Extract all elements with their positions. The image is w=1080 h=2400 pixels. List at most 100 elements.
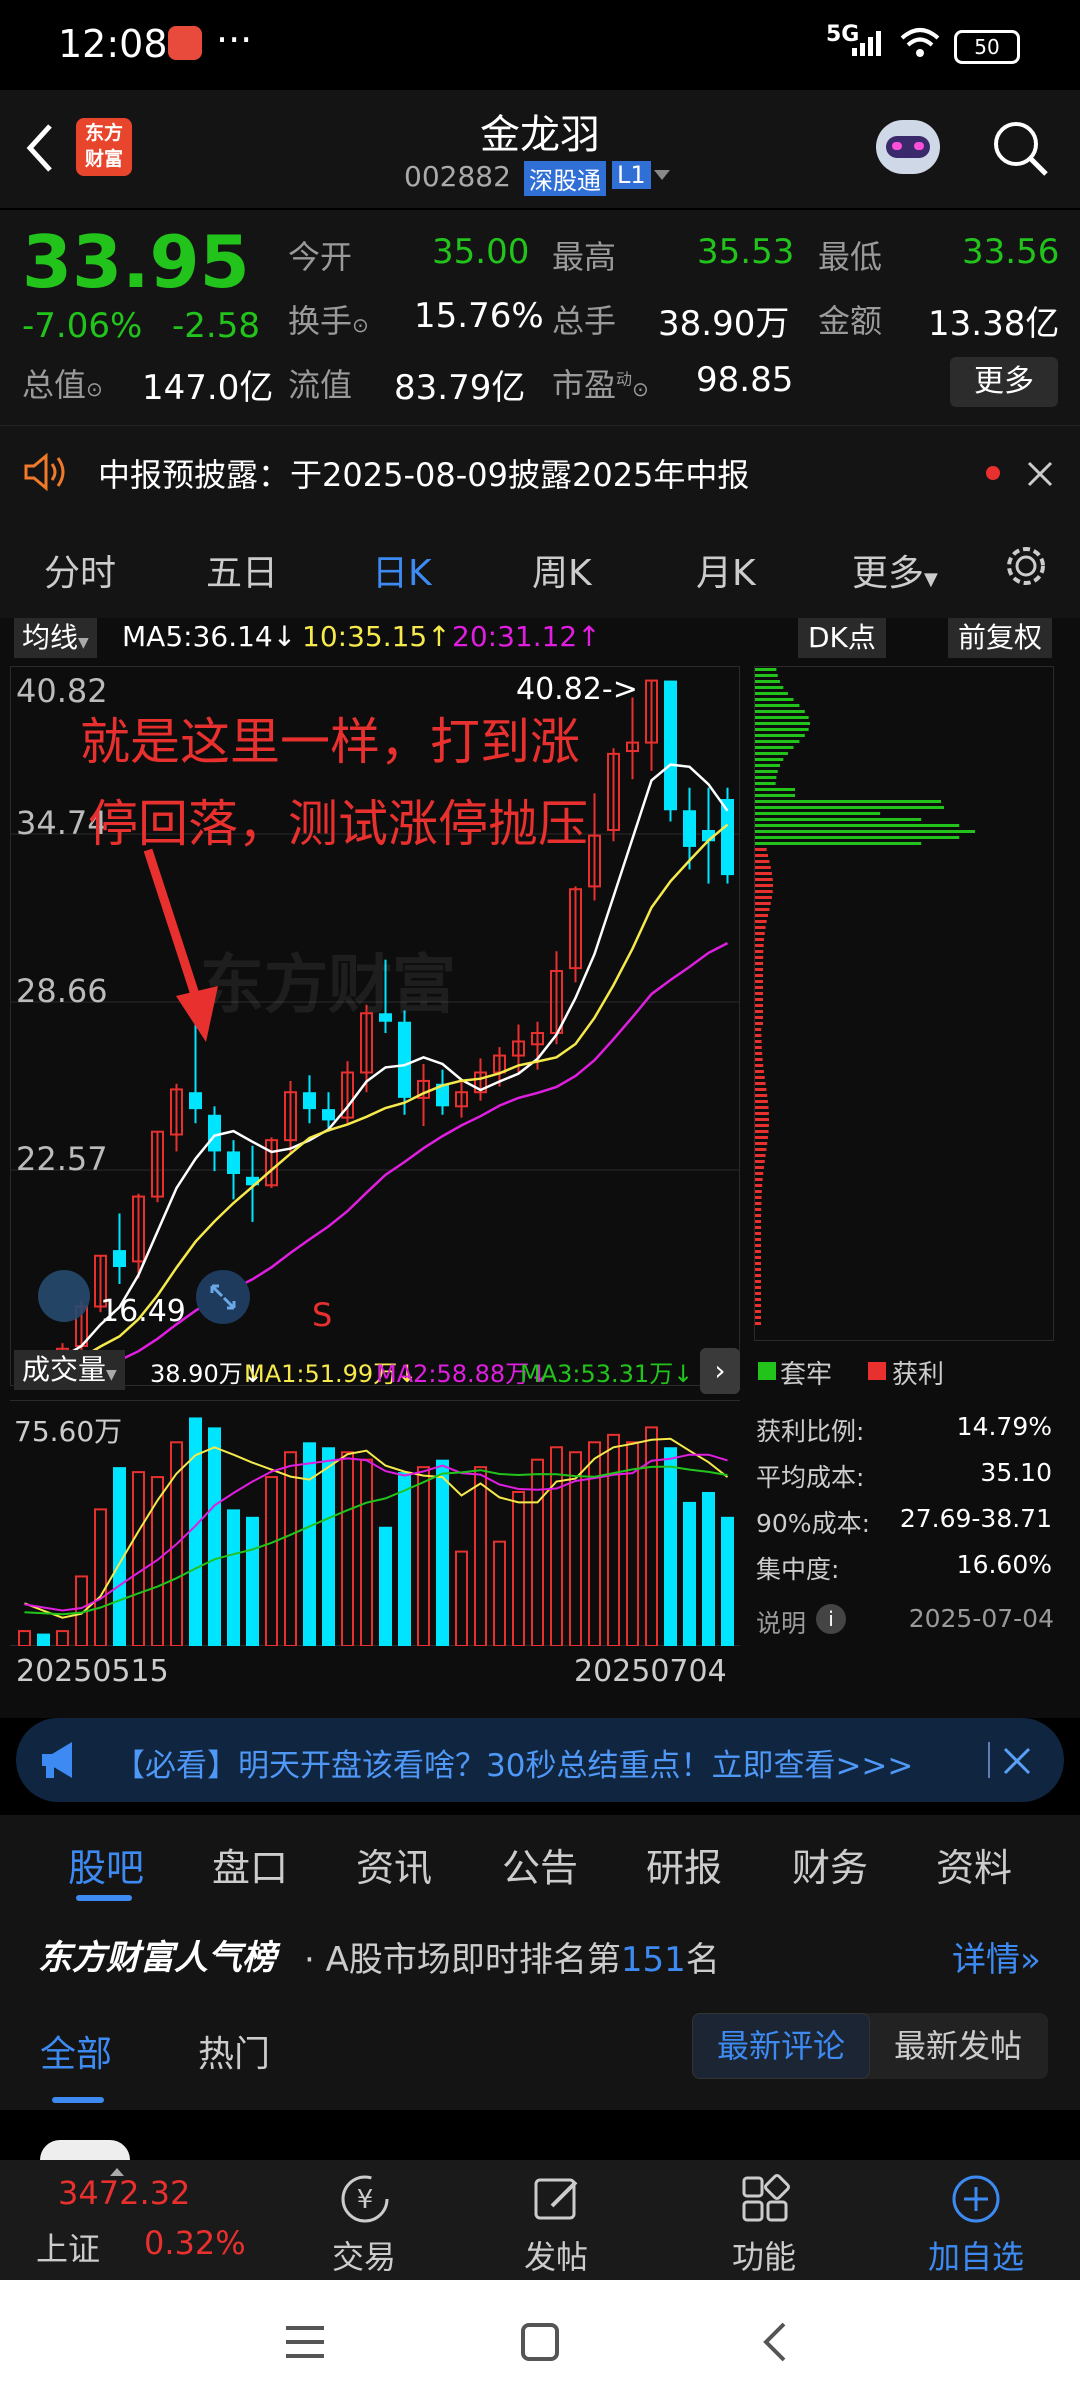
chip-bar <box>755 860 770 863</box>
volume-select[interactable]: 成交量▼ <box>14 1350 125 1390</box>
dk-point-button[interactable]: DK点 <box>798 618 886 658</box>
adjust-button[interactable]: 前复权 <box>948 618 1053 658</box>
latest-comment-button[interactable]: 最新评论 <box>692 2013 870 2079</box>
chip-bar <box>755 1184 763 1187</box>
more-button[interactable]: 更多 <box>950 357 1058 407</box>
info-icon[interactable]: i <box>816 1604 846 1634</box>
volume-bar <box>550 1446 563 1646</box>
tab-guba[interactable]: 股吧 <box>68 1837 144 1892</box>
chip-bar <box>755 752 788 755</box>
period-tabs: 分时 五日 日K 周K 月K 更多▼ <box>0 518 1080 618</box>
expand-icon[interactable] <box>196 1270 250 1324</box>
tab-hot[interactable]: 热门 <box>198 2025 270 2077</box>
tab-more[interactable]: 更多▼ <box>852 544 938 596</box>
info-icon[interactable]: ⊙ <box>86 377 103 401</box>
amount-value: 13.38亿 <box>928 304 1060 344</box>
chip-bar <box>755 866 771 869</box>
candle <box>151 1130 164 1203</box>
menu-icon[interactable] <box>284 2324 326 2360</box>
index-value[interactable]: 3472.32 <box>58 2174 190 2212</box>
chip-bar <box>755 1016 763 1019</box>
tab-monthly-k[interactable]: 月K <box>696 544 756 596</box>
candle <box>113 1213 126 1284</box>
chip-bar <box>755 896 772 899</box>
chip-bar <box>755 1244 762 1247</box>
trade-yuan-icon: ¥ <box>341 2175 389 2223</box>
rank-detail-link[interactable]: 详情» <box>952 1932 1041 1981</box>
close-icon[interactable] <box>1026 460 1054 488</box>
chip-bar <box>755 932 765 935</box>
volume-label: 总手 <box>552 302 617 340</box>
notice-text: 中报预披露：于2025-08-09披露2025年中报 <box>98 456 750 494</box>
tab-five-day[interactable]: 五日 <box>206 544 278 596</box>
latest-post-button[interactable]: 最新发帖 <box>870 2013 1046 2079</box>
notice-bar[interactable]: 中报预披露：于2025-08-09披露2025年中报 <box>0 425 1080 518</box>
tab-finance[interactable]: 财务 <box>792 1837 868 1892</box>
tab-profile[interactable]: 资料 <box>936 1837 1012 1892</box>
info-icon[interactable]: ⊙ <box>352 313 369 337</box>
tab-pankou[interactable]: 盘口 <box>212 1837 288 1892</box>
add-watchlist-button[interactable]: 加自选 <box>916 2164 1036 2280</box>
vol-ma3: MA3:53.31万↓ <box>520 1360 694 1388</box>
chip-note[interactable]: 说明 <box>756 1604 806 1640</box>
tab-all[interactable]: 全部 <box>40 2025 112 2077</box>
chip-bar <box>755 878 773 881</box>
chip-bar <box>755 920 767 923</box>
chevron-right-icon[interactable]: › <box>700 1348 740 1394</box>
chip-bar <box>755 1100 768 1103</box>
chip-bar <box>755 1028 762 1031</box>
chip-bar <box>755 914 768 917</box>
trade-button[interactable]: ¥ 交易 <box>314 2164 414 2280</box>
chip-bar <box>755 998 764 1001</box>
legend-swatch-profit <box>868 1362 886 1380</box>
tab-more-label: 更多 <box>852 553 925 594</box>
chip-bar <box>755 1130 769 1133</box>
function-button[interactable]: 功能 <box>714 2164 814 2280</box>
info-icon[interactable]: ⊙ <box>632 377 649 401</box>
chip-bar <box>755 902 771 905</box>
tab-research[interactable]: 研报 <box>646 1837 722 1892</box>
battery-icon: 50 <box>954 30 1020 64</box>
search-icon[interactable] <box>990 118 1050 178</box>
chip-bar <box>755 1058 763 1061</box>
tab-daily-k[interactable]: 日K <box>372 544 432 596</box>
index-name[interactable]: 上证 <box>36 2224 100 2270</box>
tab-intraday[interactable]: 分时 <box>44 544 116 596</box>
volume-bar <box>208 1427 221 1646</box>
tab-announcements[interactable]: 公告 <box>502 1837 578 1892</box>
candlestick-chart[interactable] <box>10 666 740 1386</box>
close-icon[interactable] <box>1002 1746 1032 1776</box>
promo-banner[interactable]: 【必看】明天开盘该看啥？30秒总结重点！立即查看>>> <box>16 1718 1064 1802</box>
chip-distribution-chart[interactable] <box>754 666 1054 1341</box>
volume-bar <box>132 1471 145 1646</box>
ma-select[interactable]: 均线▼ <box>14 618 97 658</box>
mktcap-label: 总值⊙ <box>22 360 103 406</box>
volume-bar <box>702 1491 715 1646</box>
popularity-rank-row[interactable]: 东方财富人气榜 · A股市场即时排名第151名 详情» <box>0 1910 1080 1995</box>
draw-tool-icon[interactable] <box>38 1270 90 1322</box>
robot-assistant-icon[interactable] <box>876 120 940 174</box>
home-icon[interactable] <box>520 2322 560 2362</box>
chip-bar <box>755 1076 765 1079</box>
avatar[interactable] <box>40 2140 130 2160</box>
volume-bar <box>18 1630 31 1646</box>
back-nav-icon[interactable] <box>760 2320 790 2364</box>
post-button[interactable]: 发帖 <box>506 2164 606 2280</box>
tab-weekly-k[interactable]: 周K <box>532 544 592 596</box>
chip-bar <box>755 1250 762 1253</box>
settings-gear-icon[interactable] <box>1002 542 1050 590</box>
chevron-down-icon[interactable] <box>654 170 670 180</box>
tab-news[interactable]: 资讯 <box>356 1837 432 1892</box>
ma10-line <box>24 823 729 1369</box>
volume-bar <box>436 1459 449 1646</box>
chip-bar <box>755 1232 762 1235</box>
chip-bar <box>755 668 777 671</box>
caret-down-icon: ▼ <box>924 569 938 590</box>
chip-bar <box>755 1070 764 1073</box>
turnover-label-text: 换手 <box>288 302 353 340</box>
megaphone-icon <box>42 1742 72 1778</box>
svg-text:¥: ¥ <box>357 2185 374 2215</box>
volume-bar <box>664 1447 677 1646</box>
index-percent[interactable]: 0.32% <box>144 2224 246 2262</box>
change-amount: -2.58 <box>172 306 260 346</box>
